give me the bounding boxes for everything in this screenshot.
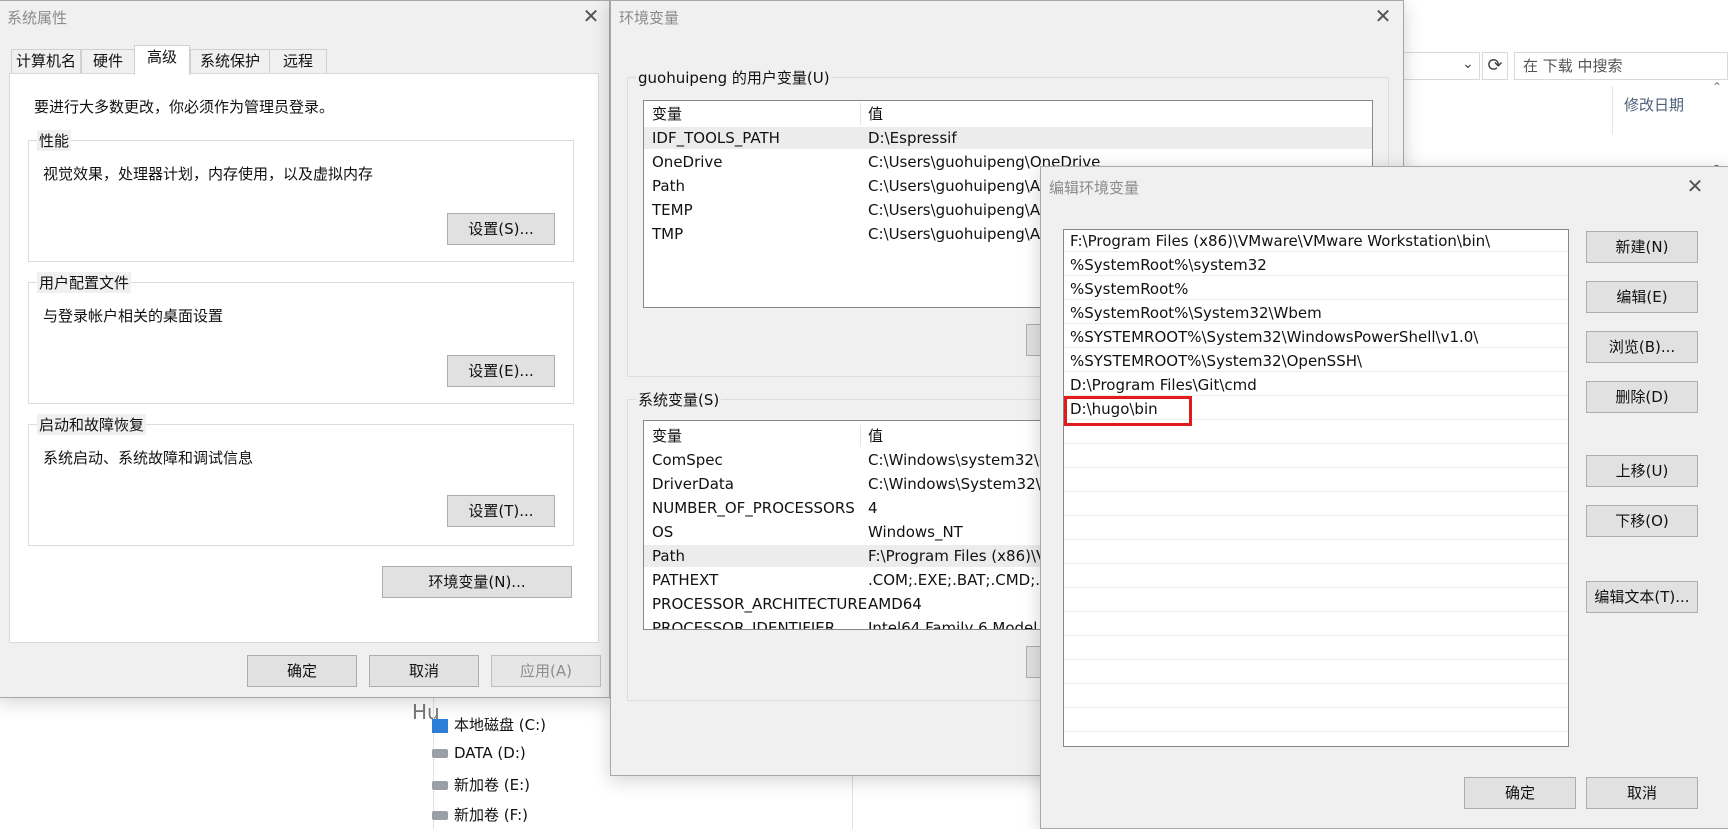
close-button[interactable]: ✕ — [577, 3, 605, 29]
empty-row — [1064, 470, 1568, 492]
list-item[interactable]: %SystemRoot%\system32 — [1064, 254, 1568, 276]
drive-item-f[interactable]: 新加卷 (F:) — [432, 804, 528, 825]
delete-button[interactable]: 删除(D) — [1586, 381, 1698, 413]
list-item[interactable]: %SystemRoot% — [1064, 278, 1568, 300]
list-item[interactable]: %SystemRoot%\System32\Wbem — [1064, 302, 1568, 324]
close-button[interactable]: ✕ — [1681, 173, 1709, 199]
group-description: 系统启动、系统故障和调试信息 — [43, 449, 254, 467]
move-up-button[interactable]: 上移(U) — [1586, 455, 1698, 487]
tab-remote[interactable]: 远程 — [269, 49, 327, 73]
cancel-button[interactable]: 取消 — [1586, 777, 1698, 809]
edit-environment-variable-dialog: 编辑环境变量 ✕ F:\Program Files (x86)\VMware\V… — [1040, 166, 1728, 829]
group-label: 启动和故障恢复 — [37, 414, 147, 435]
performance-settings-button[interactable]: 设置(S)... — [447, 213, 555, 245]
close-button[interactable]: ✕ — [1369, 3, 1397, 29]
group-label: 性能 — [37, 130, 72, 151]
drive-item-c[interactable]: 本地磁盘 (C:) — [432, 714, 546, 735]
ok-button[interactable]: 确定 — [247, 655, 357, 687]
group-description: 视觉效果，处理器计划，内存使用，以及虚拟内存 — [43, 165, 374, 183]
refresh-icon: ⟳ — [1487, 55, 1503, 76]
highlight-box — [1064, 396, 1192, 426]
column-header-variable[interactable]: 变量 — [652, 425, 682, 447]
column-divider — [860, 103, 861, 125]
windows-drive-icon — [432, 718, 448, 733]
drive-icon — [432, 781, 448, 790]
startup-settings-button[interactable]: 设置(T)... — [447, 495, 555, 527]
tab-system-protection[interactable]: 系统保护 — [190, 49, 270, 73]
edit-text-button[interactable]: 编辑文本(T)... — [1586, 581, 1698, 613]
startup-recovery-group: 启动和故障恢复 系统启动、系统故障和调试信息 设置(T)... — [28, 414, 574, 546]
ok-button[interactable]: 确定 — [1464, 777, 1576, 809]
list-item[interactable]: F:\Program Files (x86)\VMware\VMware Wor… — [1064, 230, 1568, 252]
profile-settings-button[interactable]: 设置(E)... — [447, 355, 555, 387]
group-label: 系统变量(S) — [636, 389, 722, 410]
group-description: 与登录帐户相关的桌面设置 — [43, 307, 224, 325]
close-icon: ✕ — [582, 4, 600, 28]
path-entries-list[interactable]: F:\Program Files (x86)\VMware\VMware Wor… — [1063, 229, 1569, 747]
column-divider — [860, 425, 861, 447]
empty-row — [1064, 710, 1568, 732]
user-profile-group: 用户配置文件 与登录帐户相关的桌面设置 设置(E)... — [28, 272, 574, 404]
group-label: 用户配置文件 — [37, 272, 132, 293]
empty-row — [1064, 518, 1568, 540]
list-item[interactable]: %SYSTEMROOT%\System32\WindowsPowerShell\… — [1064, 326, 1568, 348]
refresh-button[interactable]: ⟳ — [1482, 52, 1508, 80]
empty-row — [1064, 686, 1568, 708]
group-label: guohuipeng 的用户变量(U) — [636, 67, 832, 88]
tab-advanced[interactable]: 高级 — [134, 45, 190, 75]
search-placeholder: 在 下载 中搜索 — [1523, 57, 1623, 75]
drive-icon — [432, 749, 448, 758]
column-divider — [1612, 86, 1613, 134]
empty-row — [1064, 590, 1568, 612]
close-icon: ✕ — [1686, 174, 1704, 198]
drive-icon — [432, 811, 448, 820]
tab-computer-name[interactable]: 计算机名 — [11, 49, 81, 73]
empty-row — [1064, 614, 1568, 636]
apply-button[interactable]: 应用(A) — [491, 655, 601, 687]
list-item[interactable]: D:\Program Files\Git\cmd — [1064, 374, 1568, 396]
admin-note: 要进行大多数更改，你必须作为管理员登录。 — [34, 98, 335, 116]
empty-row — [1064, 638, 1568, 660]
move-down-button[interactable]: 下移(O) — [1586, 505, 1698, 537]
list-item[interactable]: %SYSTEMROOT%\System32\OpenSSH\ — [1064, 350, 1568, 372]
environment-variables-button[interactable]: 环境变量(N)... — [382, 566, 572, 598]
performance-group: 性能 视觉效果，处理器计划，内存使用，以及虚拟内存 设置(S)... — [28, 130, 574, 262]
column-header-value[interactable]: 值 — [868, 103, 883, 125]
drive-item-d[interactable]: DATA (D:) — [432, 744, 526, 762]
close-icon: ✕ — [1374, 4, 1392, 28]
dialog-title: 环境变量 — [619, 9, 680, 27]
new-button[interactable]: 新建(N) — [1586, 231, 1698, 263]
chevron-down-icon[interactable]: ⌄ — [1462, 56, 1474, 72]
column-modified-date[interactable]: 修改日期 — [1624, 94, 1684, 115]
empty-row — [1064, 662, 1568, 684]
list-header: 变量 值 — [644, 103, 1372, 125]
drive-item-e[interactable]: 新加卷 (E:) — [432, 774, 530, 795]
sort-chevron-icon: ⌃ — [1712, 80, 1723, 94]
cancel-button[interactable]: 取消 — [369, 655, 479, 687]
tab-hardware[interactable]: 硬件 — [81, 49, 135, 73]
system-properties-dialog: 系统属性 ✕ 计算机名 硬件 高级 系统保护 远程 要进行大多数更改，你必须作为… — [0, 0, 610, 698]
empty-row — [1064, 542, 1568, 564]
list-item[interactable]: IDF_TOOLS_PATH D:\Espressif — [644, 127, 1372, 149]
empty-row — [1064, 566, 1568, 588]
empty-row — [1064, 446, 1568, 468]
dialog-title: 编辑环境变量 — [1049, 179, 1140, 197]
browse-button[interactable]: 浏览(B)... — [1586, 331, 1698, 363]
tab-panel: 要进行大多数更改，你必须作为管理员登录。 性能 视觉效果，处理器计划，内存使用，… — [9, 73, 599, 643]
dialog-title: 系统属性 — [7, 9, 68, 27]
search-input[interactable]: 在 下载 中搜索 — [1514, 52, 1728, 80]
empty-row — [1064, 494, 1568, 516]
column-header-variable[interactable]: 变量 — [652, 103, 682, 125]
column-header-value[interactable]: 值 — [868, 425, 883, 447]
edit-button[interactable]: 编辑(E) — [1586, 281, 1698, 313]
